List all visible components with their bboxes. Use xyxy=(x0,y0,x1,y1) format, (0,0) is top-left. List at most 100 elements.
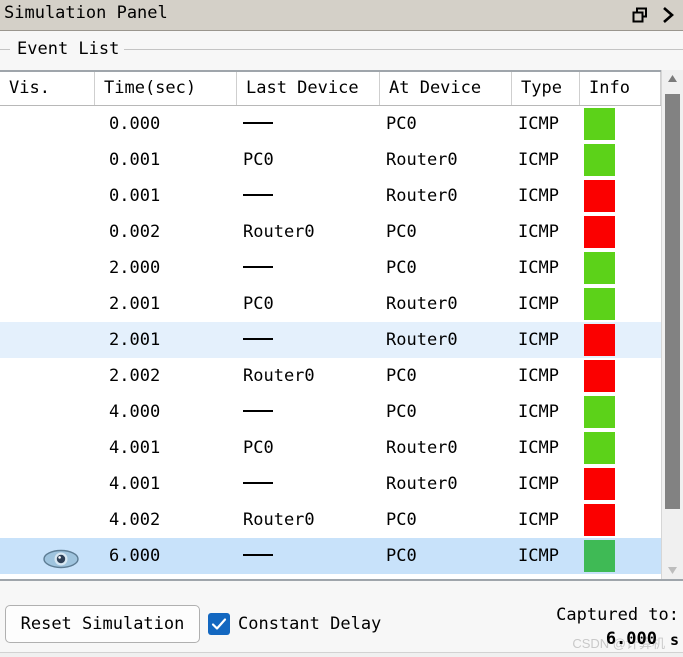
table-row[interactable]: 0.001 PC0 Router0 ICMP xyxy=(0,142,661,178)
cell-info[interactable] xyxy=(580,250,661,286)
scroll-down-arrow-icon[interactable] xyxy=(662,562,683,579)
cell-time: 0.001 xyxy=(109,150,161,170)
cell-info[interactable] xyxy=(580,430,661,466)
cell-visibility[interactable] xyxy=(0,358,95,394)
column-header-type[interactable]: Type xyxy=(512,72,580,105)
cell-info[interactable] xyxy=(580,286,661,322)
column-header-time[interactable]: Time(sec) xyxy=(95,72,237,105)
info-color-swatch[interactable] xyxy=(584,108,615,140)
cell-last-device: PC0 xyxy=(243,438,274,458)
cell-last-device xyxy=(237,250,380,286)
cell-visibility[interactable] xyxy=(0,214,95,250)
cell-type: ICMP xyxy=(518,186,559,206)
table-row[interactable]: 0.000 PC0 ICMP xyxy=(0,106,661,142)
cell-visibility[interactable] xyxy=(0,286,95,322)
em-dash-icon xyxy=(243,553,273,556)
cell-visibility[interactable] xyxy=(0,430,95,466)
info-color-swatch[interactable] xyxy=(584,468,615,500)
cell-visibility[interactable] xyxy=(0,466,95,502)
cell-time: 4.002 xyxy=(109,510,161,530)
vertical-scrollbar[interactable] xyxy=(661,70,683,579)
table-row[interactable]: 6.000 PC0 ICMP xyxy=(0,538,661,574)
cell-info[interactable] xyxy=(580,538,661,574)
eye-visibility-glyph xyxy=(43,549,79,569)
cell-at-device: Router0 xyxy=(386,186,458,206)
cell-visibility[interactable] xyxy=(0,106,95,142)
table-row[interactable]: 4.001 Router0 ICMP xyxy=(0,466,661,502)
table-row[interactable]: 2.002 Router0 PC0 ICMP xyxy=(0,358,661,394)
table-row[interactable]: 4.001 PC0 Router0 ICMP xyxy=(0,430,661,466)
column-header-last[interactable]: Last Device xyxy=(237,72,380,105)
cell-visibility[interactable] xyxy=(0,394,95,430)
cell-info[interactable] xyxy=(580,466,661,502)
scrollbar-thumb[interactable] xyxy=(665,94,680,509)
cell-visibility[interactable] xyxy=(0,142,95,178)
cell-last-device: Router0 xyxy=(243,366,315,386)
eye-icon[interactable] xyxy=(42,546,80,569)
column-header-at[interactable]: At Device xyxy=(380,72,512,105)
table-row[interactable]: 2.001 Router0 ICMP xyxy=(0,322,661,358)
cell-visibility[interactable] xyxy=(0,178,95,214)
cell-time: 2.001 xyxy=(109,294,161,314)
cell-info[interactable] xyxy=(580,394,661,430)
info-color-swatch[interactable] xyxy=(584,360,615,392)
reset-simulation-button[interactable]: Reset Simulation xyxy=(5,605,200,643)
cell-visibility[interactable] xyxy=(0,322,95,358)
info-color-swatch[interactable] xyxy=(584,396,615,428)
cell-time: 4.001 xyxy=(109,474,161,494)
scroll-up-arrow-icon[interactable] xyxy=(662,70,683,87)
restore-window-icon[interactable] xyxy=(629,4,651,26)
cell-info[interactable] xyxy=(580,322,661,358)
info-color-swatch[interactable] xyxy=(584,252,615,284)
em-dash-icon xyxy=(243,337,273,340)
cell-info[interactable] xyxy=(580,142,661,178)
cell-info[interactable] xyxy=(580,178,661,214)
window-bottom-edge xyxy=(0,652,683,657)
cell-time: 2.002 xyxy=(109,366,161,386)
cell-at-device: Router0 xyxy=(386,330,458,350)
cell-type: ICMP xyxy=(518,510,559,530)
cell-visibility[interactable] xyxy=(0,250,95,286)
cell-type: ICMP xyxy=(518,474,559,494)
cell-info[interactable] xyxy=(580,358,661,394)
title-bar: Simulation Panel xyxy=(0,0,683,31)
info-color-swatch[interactable] xyxy=(584,288,615,320)
cell-info[interactable] xyxy=(580,106,661,142)
info-color-swatch[interactable] xyxy=(584,540,615,572)
constant-delay-label[interactable]: Constant Delay xyxy=(238,614,381,634)
cell-info[interactable] xyxy=(580,214,661,250)
table-header-row: Vis. Time(sec) Last Device At Device Type Inf… xyxy=(0,72,683,106)
table-row[interactable]: 4.000 PC0 ICMP xyxy=(0,394,661,430)
table-row[interactable]: 2.000 PC0 ICMP xyxy=(0,250,661,286)
info-color-swatch[interactable] xyxy=(584,504,615,536)
cell-time: 0.000 xyxy=(109,114,161,134)
info-color-swatch[interactable] xyxy=(584,216,615,248)
cell-time: 0.001 xyxy=(109,186,161,206)
table-row[interactable]: 2.001 PC0 Router0 ICMP xyxy=(0,286,661,322)
cell-info[interactable] xyxy=(580,502,661,538)
table-row[interactable]: 0.001 Router0 ICMP xyxy=(0,178,661,214)
cell-time: 6.000 xyxy=(109,546,161,566)
cell-type: ICMP xyxy=(518,438,559,458)
cell-at-device: PC0 xyxy=(386,402,417,422)
cell-type: ICMP xyxy=(518,366,559,386)
cell-visibility[interactable] xyxy=(0,538,95,574)
column-header-info[interactable]: Info xyxy=(580,72,661,105)
em-dash-icon xyxy=(243,193,273,196)
constant-delay-checkbox[interactable] xyxy=(208,613,230,635)
em-dash-icon xyxy=(243,409,273,412)
info-color-swatch[interactable] xyxy=(584,324,615,356)
info-color-swatch[interactable] xyxy=(584,432,615,464)
cell-at-device: Router0 xyxy=(386,438,458,458)
chevron-right-icon[interactable] xyxy=(657,4,679,26)
table-row[interactable]: 4.002 Router0 PC0 ICMP xyxy=(0,502,661,538)
scroll-down-arrow-glyph xyxy=(668,567,677,574)
column-header-vis[interactable]: Vis. xyxy=(0,72,95,105)
info-color-swatch[interactable] xyxy=(584,180,615,212)
cell-at-device: PC0 xyxy=(386,366,417,386)
cell-visibility[interactable] xyxy=(0,502,95,538)
info-color-swatch[interactable] xyxy=(584,144,615,176)
table-row[interactable]: 0.002 Router0 PC0 ICMP xyxy=(0,214,661,250)
cell-last-device xyxy=(237,466,380,502)
captured-to-label: Captured to: xyxy=(556,605,679,625)
